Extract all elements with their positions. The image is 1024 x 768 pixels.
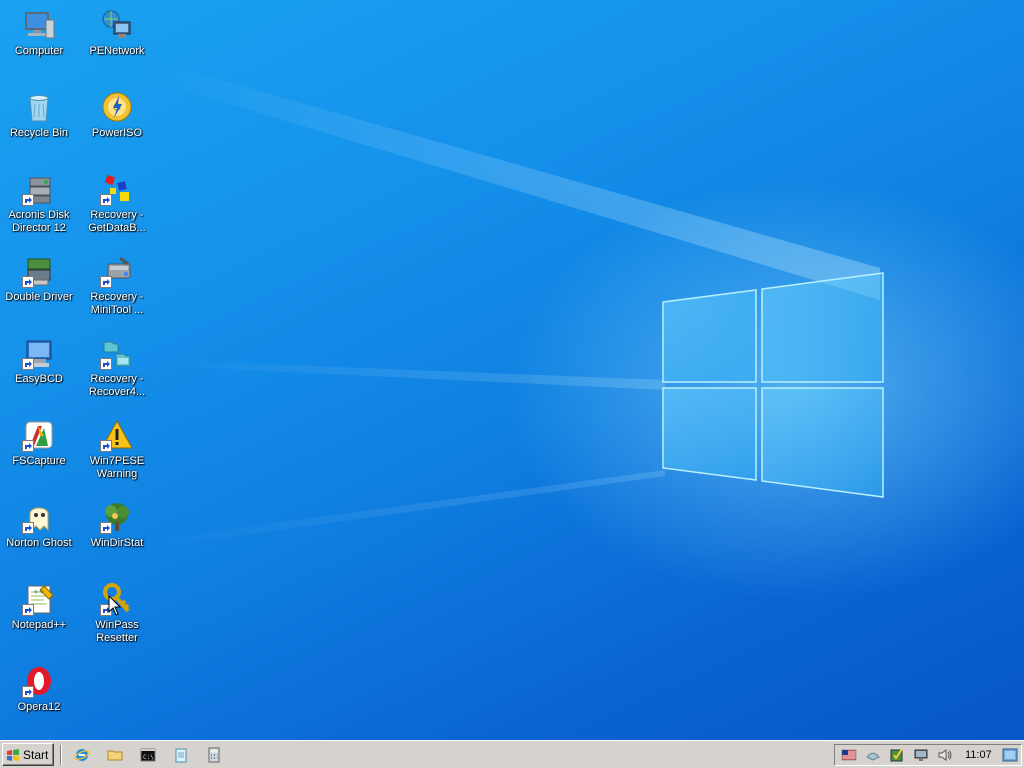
desktop-icon-label: Notepad++ bbox=[11, 619, 67, 631]
double-driver-icon bbox=[22, 254, 56, 288]
desktop-icon-notepadpp[interactable]: ++ Notepad++ bbox=[0, 578, 78, 656]
taskbar-separator bbox=[60, 744, 62, 765]
svg-text:++: ++ bbox=[33, 588, 45, 596]
security-tray-icon bbox=[890, 748, 903, 762]
desktop-icon-win7pese-warning[interactable]: Win7PESE Warning bbox=[78, 414, 156, 492]
computer-icon bbox=[22, 8, 56, 42]
desktop-icon-recover4all[interactable]: Recovery - Recover4... bbox=[78, 332, 156, 410]
quicklaunch-explorer[interactable] bbox=[103, 743, 127, 767]
shortcut-arrow-icon bbox=[100, 522, 112, 534]
getdataback-icon bbox=[100, 172, 134, 206]
poweriso-icon bbox=[100, 90, 134, 124]
recover4all-icon bbox=[100, 336, 134, 370]
notepadpp-icon: ++ bbox=[22, 582, 56, 616]
quicklaunch-internet-explorer[interactable] bbox=[70, 743, 94, 767]
recycle-bin-icon bbox=[22, 90, 56, 124]
shortcut-arrow-icon bbox=[22, 440, 34, 452]
opera-icon bbox=[22, 664, 56, 698]
internet-explorer-icon bbox=[74, 748, 90, 761]
desktop-icon-easybcd[interactable]: EasyBCD bbox=[0, 332, 78, 410]
windows-flag-icon bbox=[7, 748, 19, 761]
taskbar: Start C:\ 11:07 bbox=[0, 740, 1024, 768]
quicklaunch-calculator[interactable] bbox=[202, 743, 226, 767]
start-button[interactable]: Start bbox=[2, 743, 54, 766]
desktop-icon-poweriso[interactable]: PowerISO bbox=[78, 86, 156, 164]
norton-ghost-icon bbox=[22, 500, 56, 534]
command-prompt-icon: C:\ bbox=[140, 748, 156, 761]
mouse-cursor-icon bbox=[108, 595, 122, 616]
shortcut-arrow-icon bbox=[22, 358, 34, 370]
desktop-icon-label: Double Driver bbox=[5, 291, 73, 303]
shortcut-arrow-icon bbox=[22, 522, 34, 534]
system-tray: 11:07 bbox=[834, 744, 1022, 766]
windows-logo bbox=[662, 272, 884, 498]
desktop-icon-label: EasyBCD bbox=[15, 373, 63, 385]
desktop-icon-computer[interactable]: Computer bbox=[0, 4, 78, 82]
desktop-icon-label: WinDirStat bbox=[90, 537, 144, 549]
shortcut-arrow-icon bbox=[100, 194, 112, 206]
network-icon bbox=[100, 8, 134, 42]
desktop-icon-acronis[interactable]: Acronis Disk Director 12 bbox=[0, 168, 78, 246]
desktop-icon-label: Opera12 bbox=[17, 701, 61, 713]
desktop-icon-minitool[interactable]: Recovery - MiniTool ... bbox=[78, 250, 156, 328]
desktop-icon-label: Acronis Disk Director 12 bbox=[8, 209, 70, 234]
desktop-icon-label: Computer bbox=[14, 45, 64, 57]
shortcut-arrow-icon bbox=[22, 604, 34, 616]
desktop-icon-norton-ghost[interactable]: Norton Ghost bbox=[0, 496, 78, 574]
notepad-icon bbox=[175, 748, 187, 762]
shortcut-arrow-icon bbox=[22, 686, 34, 698]
svg-text:C:\: C:\ bbox=[143, 754, 154, 761]
network-tray[interactable] bbox=[865, 747, 881, 763]
shortcut-arrow-icon bbox=[100, 358, 112, 370]
warning-icon bbox=[100, 418, 134, 452]
desktop-icon-label: Recovery - MiniTool ... bbox=[90, 291, 144, 316]
desktop-icon-label: Recycle Bin bbox=[9, 127, 69, 139]
desktop-icon-windirstat[interactable]: WinDirStat bbox=[78, 496, 156, 574]
volume-tray[interactable] bbox=[937, 747, 953, 763]
desktop-icon-label: PowerISO bbox=[91, 127, 143, 139]
acronis-icon bbox=[22, 172, 56, 206]
desktop-icon-recycle-bin[interactable]: Recycle Bin bbox=[0, 86, 78, 164]
us-flag-icon bbox=[841, 749, 857, 761]
display-tray-icon bbox=[914, 749, 928, 761]
desktop-icon-double-driver[interactable]: Double Driver bbox=[0, 250, 78, 328]
start-label: Start bbox=[23, 747, 49, 762]
fscapture-icon bbox=[22, 418, 56, 452]
desktop-icon-label: Recovery - GetDataB... bbox=[88, 209, 146, 234]
display-tray[interactable] bbox=[913, 747, 929, 763]
show-desktop-icon bbox=[1002, 748, 1018, 762]
shortcut-arrow-icon bbox=[100, 440, 112, 452]
language-indicator[interactable] bbox=[841, 747, 857, 763]
desktop-icon-label: PENetwork bbox=[89, 45, 145, 57]
desktop-icon-penetwork[interactable]: PENetwork bbox=[78, 4, 156, 82]
clock[interactable]: 11:07 bbox=[965, 749, 992, 761]
shortcut-arrow-icon bbox=[22, 194, 34, 206]
shortcut-arrow-icon bbox=[100, 276, 112, 288]
desktop-icon-winpass-resetter[interactable]: WinPass Resetter bbox=[78, 578, 156, 656]
desktop-icon-label: Norton Ghost bbox=[6, 537, 72, 549]
minitool-icon bbox=[100, 254, 134, 288]
desktop-icon-label: WinPass Resetter bbox=[95, 619, 139, 644]
show-desktop-button[interactable] bbox=[1002, 747, 1018, 763]
volume-icon bbox=[938, 749, 952, 761]
windirstat-icon bbox=[100, 500, 134, 534]
desktop-icon-getdataback[interactable]: Recovery - GetDataB... bbox=[78, 168, 156, 246]
security-tray[interactable] bbox=[889, 747, 905, 763]
quicklaunch-command-prompt[interactable]: C:\ bbox=[136, 743, 160, 767]
desktop-icon-label: FSCapture bbox=[12, 455, 66, 467]
desktop[interactable]: Computer Recycle Bin Acronis Disk Direct… bbox=[0, 0, 1024, 740]
desktop-icon-fscapture[interactable]: FSCapture bbox=[0, 414, 78, 492]
folder-icon bbox=[107, 750, 123, 760]
shortcut-arrow-icon bbox=[22, 276, 34, 288]
calculator-icon bbox=[208, 747, 220, 762]
easybcd-icon bbox=[22, 336, 56, 370]
quicklaunch-notepad[interactable] bbox=[169, 743, 193, 767]
desktop-icon-label: Recovery - Recover4... bbox=[88, 373, 146, 398]
desktop-icon-opera[interactable]: Opera12 bbox=[0, 660, 78, 738]
network-tray-icon bbox=[866, 752, 880, 761]
desktop-icon-label: Win7PESE Warning bbox=[89, 455, 145, 480]
